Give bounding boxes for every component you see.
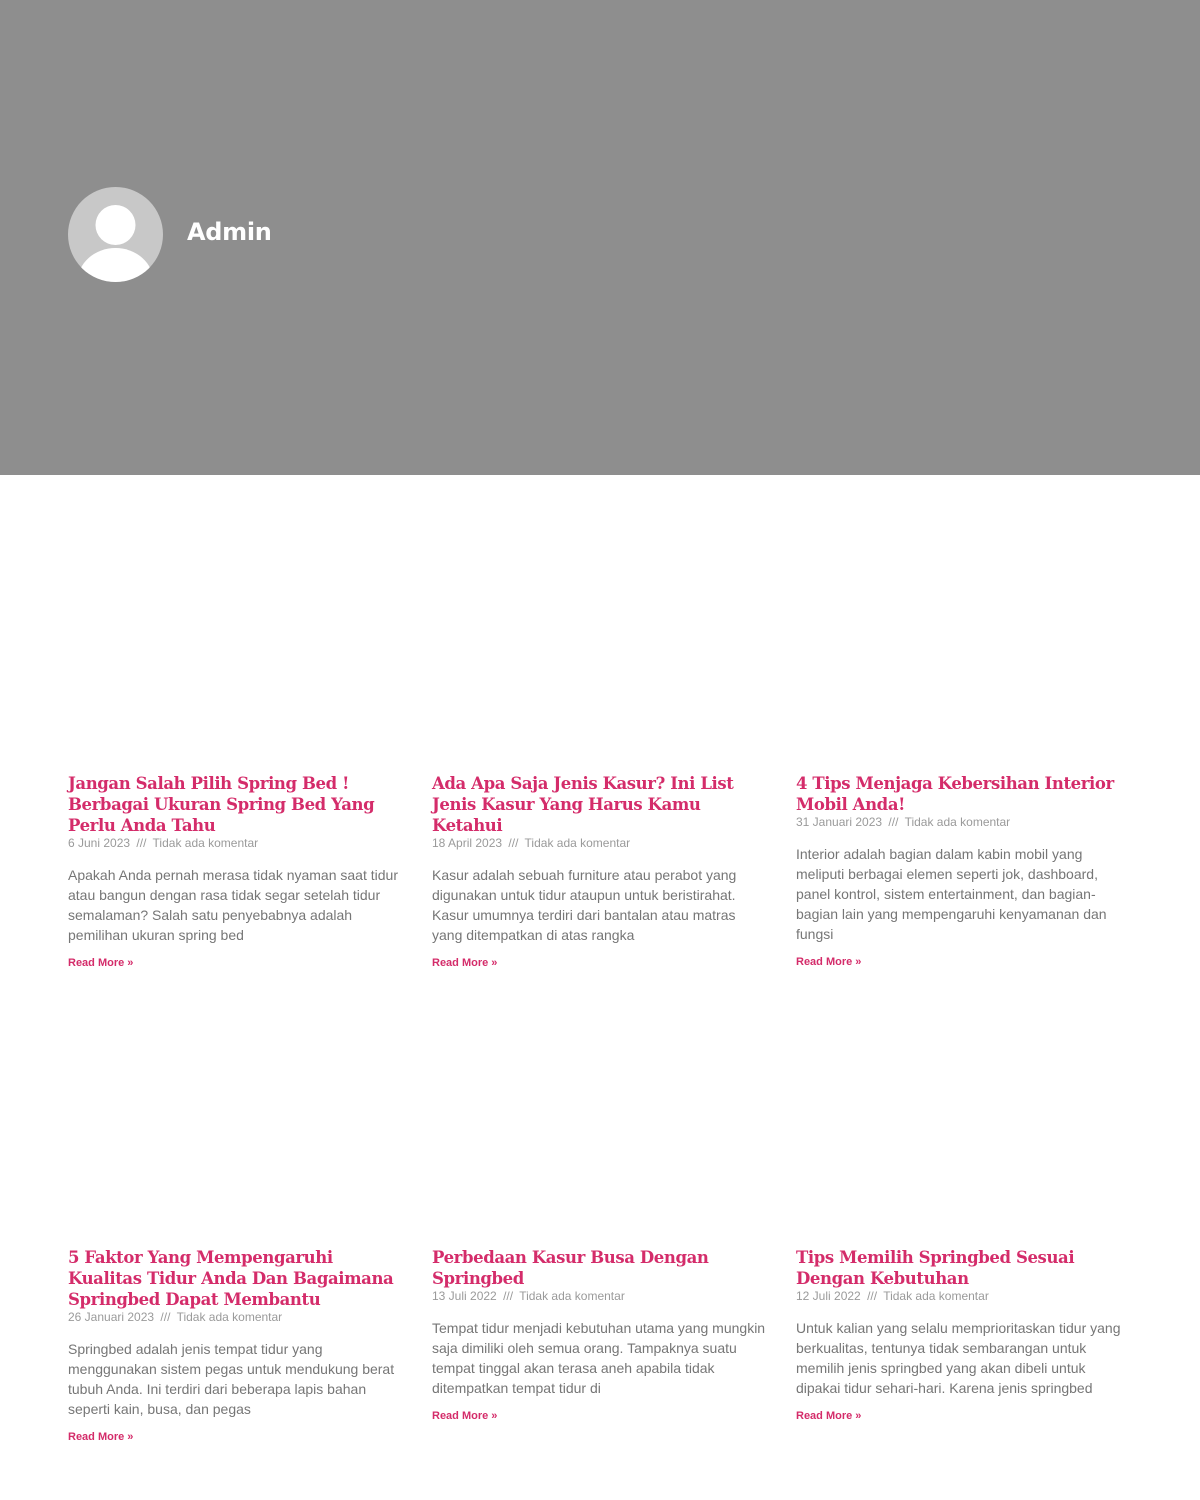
author-avatar bbox=[68, 187, 163, 282]
post-meta: 18 April 2023 /// Tidak ada komentar bbox=[432, 836, 772, 851]
post-excerpt: Apakah Anda pernah merasa tidak nyaman s… bbox=[68, 867, 398, 943]
post-date[interactable]: 13 Juli 2022 bbox=[432, 1289, 497, 1303]
post-card: Tips Memilih Springbed Sesuai Dengan Keb… bbox=[796, 1247, 1136, 1424]
post-date[interactable]: 31 Januari 2023 bbox=[796, 815, 882, 829]
post-card: Jangan Salah Pilih Spring Bed ! Berbagai… bbox=[68, 773, 408, 971]
post-comments[interactable]: Tidak ada komentar bbox=[177, 1310, 283, 1324]
post-comments[interactable]: Tidak ada komentar bbox=[883, 1289, 989, 1303]
post-date[interactable]: 6 Juni 2023 bbox=[68, 836, 130, 850]
post-date[interactable]: 26 Januari 2023 bbox=[68, 1310, 154, 1324]
post-meta: 12 Juli 2022 /// Tidak ada komentar bbox=[796, 1289, 1136, 1304]
read-more-link[interactable]: Read More » bbox=[68, 1431, 133, 1443]
read-more-link[interactable]: Read More » bbox=[432, 1410, 497, 1422]
meta-separator: /// bbox=[160, 1310, 171, 1324]
post-meta: 31 Januari 2023 /// Tidak ada komentar bbox=[796, 815, 1136, 830]
meta-separator: /// bbox=[888, 815, 899, 829]
post-excerpt: Untuk kalian yang selalu memprioritaskan… bbox=[796, 1320, 1121, 1396]
post-date[interactable]: 18 April 2023 bbox=[432, 836, 502, 850]
post-card: Ada Apa Saja Jenis Kasur? Ini List Jenis… bbox=[432, 773, 772, 971]
post-meta: 6 Juni 2023 /// Tidak ada komentar bbox=[68, 836, 408, 851]
meta-separator: /// bbox=[136, 836, 147, 850]
meta-separator: /// bbox=[503, 1289, 514, 1303]
post-comments[interactable]: Tidak ada komentar bbox=[153, 836, 259, 850]
read-more-link[interactable]: Read More » bbox=[796, 956, 861, 968]
post-excerpt: Kasur adalah sebuah furniture atau perab… bbox=[432, 867, 737, 943]
author-hero: Admin bbox=[0, 0, 1200, 475]
post-card: Perbedaan Kasur Busa Dengan Springbed 13… bbox=[432, 1247, 772, 1424]
post-comments[interactable]: Tidak ada komentar bbox=[525, 836, 631, 850]
user-silhouette-icon bbox=[77, 205, 154, 282]
post-comments[interactable]: Tidak ada komentar bbox=[519, 1289, 625, 1303]
post-title[interactable]: Ada Apa Saja Jenis Kasur? Ini List Jenis… bbox=[432, 773, 772, 836]
post-comments[interactable]: Tidak ada komentar bbox=[905, 815, 1011, 829]
read-more-link[interactable]: Read More » bbox=[796, 1410, 861, 1422]
read-more-link[interactable]: Read More » bbox=[68, 957, 133, 969]
post-date[interactable]: 12 Juli 2022 bbox=[796, 1289, 861, 1303]
post-title[interactable]: Jangan Salah Pilih Spring Bed ! Berbagai… bbox=[68, 773, 408, 836]
post-excerpt: Interior adalah bagian dalam kabin mobil… bbox=[796, 846, 1107, 942]
post-card: 4 Tips Menjaga Kebersihan Interior Mobil… bbox=[796, 773, 1136, 970]
meta-separator: /// bbox=[508, 836, 519, 850]
post-title[interactable]: Tips Memilih Springbed Sesuai Dengan Keb… bbox=[796, 1247, 1136, 1289]
post-excerpt: Springbed adalah jenis tempat tidur yang… bbox=[68, 1341, 395, 1417]
meta-separator: /// bbox=[867, 1289, 878, 1303]
post-card: 5 Faktor Yang Mempengaruhi Kualitas Tidu… bbox=[68, 1247, 408, 1445]
post-meta: 13 Juli 2022 /// Tidak ada komentar bbox=[432, 1289, 772, 1304]
author-name: Admin bbox=[187, 218, 272, 246]
post-title[interactable]: 4 Tips Menjaga Kebersihan Interior Mobil… bbox=[796, 773, 1136, 815]
post-excerpt: Tempat tidur menjadi kebutuhan utama yan… bbox=[432, 1320, 766, 1396]
post-meta: 26 Januari 2023 /// Tidak ada komentar bbox=[68, 1310, 408, 1325]
read-more-link[interactable]: Read More » bbox=[432, 957, 497, 969]
post-title[interactable]: Perbedaan Kasur Busa Dengan Springbed bbox=[432, 1247, 772, 1289]
post-title[interactable]: 5 Faktor Yang Mempengaruhi Kualitas Tidu… bbox=[68, 1247, 408, 1310]
